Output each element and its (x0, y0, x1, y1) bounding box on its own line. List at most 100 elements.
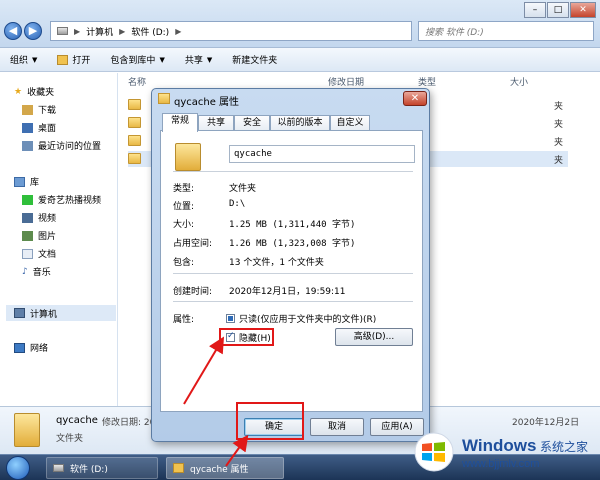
share-menu[interactable]: 共享 ▼ (175, 53, 222, 67)
downloads-icon (22, 104, 33, 115)
column-header-name[interactable]: 名称 (128, 75, 146, 88)
created-value: 2020年12月1日，19:59:11 (229, 287, 346, 297)
music-icon: ♪ (22, 266, 28, 277)
tab-previous-versions[interactable]: 以前的版本 (270, 115, 330, 131)
breadcrumb-computer[interactable]: 计算机 (86, 25, 113, 38)
back-button[interactable]: ◀ (4, 22, 22, 40)
column-header-modified[interactable]: 修改日期 (328, 75, 364, 88)
size-label: 大小: (173, 220, 195, 230)
chevron-right-icon: ▶ (74, 26, 81, 36)
location-value: D:\ (229, 199, 246, 209)
type-value: 文件夹 (229, 184, 257, 194)
attributes-label: 属性: (173, 315, 195, 325)
recent-places-icon (22, 140, 33, 151)
toolbar: 组织 ▼ 打开 包含到库中 ▼ 共享 ▼ 新建文件夹 (0, 48, 600, 72)
general-panel: qycache 类型: 文件夹 位置: D:\ 大小: 1.25 MB (1,3… (160, 130, 423, 412)
divider (173, 171, 413, 172)
network-icon (14, 342, 25, 353)
column-header-size[interactable]: 大小 (510, 75, 528, 88)
close-icon[interactable]: ✕ (403, 91, 427, 106)
documents-icon (22, 248, 33, 259)
tab-general[interactable]: 常规 (162, 113, 198, 132)
address-bar[interactable]: ▶ 计算机 ▶ 软件 (D:) ▶ (50, 21, 412, 41)
folder-icon (128, 153, 141, 164)
readonly-checkbox[interactable] (226, 314, 235, 323)
disk-size-label: 占用空间: (173, 239, 213, 249)
iqiyi-video-icon (22, 194, 33, 205)
highlight-ok-box (236, 402, 304, 440)
folder-icon (128, 117, 141, 128)
sidebar-favorites[interactable]: ★ 收藏夹 (14, 85, 54, 99)
organize-menu[interactable]: 组织 ▼ (0, 53, 47, 67)
search-input[interactable]: 搜索 软件 (D:) (418, 21, 594, 41)
highlight-hidden-box (219, 328, 274, 346)
breadcrumb-drive[interactable]: 软件 (D:) (131, 25, 169, 38)
caret-down-icon: ▼ (159, 55, 165, 64)
details-date-fragment: 2020年12月2日 (512, 418, 580, 428)
cancel-button[interactable]: 取消 (310, 418, 364, 436)
new-folder-button[interactable]: 新建文件夹 (222, 53, 287, 66)
sidebar-item-downloads[interactable]: 下载 (22, 103, 56, 116)
library-icon (14, 176, 25, 187)
folder-name-input[interactable]: qycache (229, 145, 415, 163)
column-header-type[interactable]: 类型 (418, 75, 436, 88)
minimize-button[interactable]: – (524, 2, 546, 18)
desktop-icon (22, 122, 33, 133)
sidebar-item-iqiyi-videos[interactable]: 爱奇艺热播视频 (22, 193, 101, 206)
taskbar-item-properties[interactable]: qycache 属性 (166, 457, 284, 479)
tab-security[interactable]: 安全 (234, 115, 270, 131)
watermark: Windows 系统之家 www.bjjmlv.com (412, 428, 600, 480)
tab-sharing[interactable]: 共享 (198, 115, 234, 131)
folder-icon (128, 99, 141, 110)
maximize-button[interactable]: □ (547, 2, 569, 18)
include-in-library-menu[interactable]: 包含到库中 ▼ (100, 53, 174, 67)
divider (173, 273, 413, 274)
folder-icon (14, 413, 40, 447)
chevron-right-icon: ▶ (119, 26, 126, 36)
folder-icon (175, 143, 201, 171)
chevron-right-icon: ▶ (175, 26, 182, 36)
start-button[interactable] (6, 456, 30, 480)
properties-dialog: qycache 属性 ✕ 常规 共享 安全 以前的版本 自定义 qycache … (151, 88, 430, 442)
size-value: 1.25 MB (1,311,440 字节) (229, 220, 356, 230)
watermark-url: www.bjjmlv.com (462, 458, 540, 470)
type-cell: 夹 (554, 156, 564, 166)
folder-icon (173, 463, 184, 473)
sidebar-item-recent[interactable]: 最近访问的位置 (22, 139, 101, 152)
sidebar-item-desktop[interactable]: 桌面 (22, 121, 56, 134)
type-label: 类型: (173, 184, 195, 194)
taskbar-item-drive[interactable]: 软件 (D:) (46, 457, 158, 479)
caret-down-icon: ▼ (206, 55, 213, 64)
computer-icon (14, 308, 25, 318)
video-icon (22, 212, 33, 223)
details-modified: 修改日期: 20 (102, 418, 156, 428)
watermark-cn: 系统之家 (540, 440, 589, 454)
sidebar-item-videos[interactable]: 视频 (22, 211, 56, 224)
details-type: 文件夹 (56, 434, 84, 444)
type-cell: 夹 (554, 120, 564, 130)
drive-icon (57, 27, 68, 35)
dialog-title: qycache 属性 (174, 97, 240, 108)
close-window-button[interactable]: ✕ (570, 2, 596, 18)
type-cell: 夹 (554, 102, 564, 112)
windows-logo-icon (414, 432, 454, 472)
tab-customize[interactable]: 自定义 (330, 115, 370, 131)
sidebar-computer[interactable]: 计算机 (6, 305, 116, 321)
advanced-button[interactable]: 高级(D)... (335, 328, 413, 346)
caret-down-icon: ▼ (32, 55, 38, 64)
folder-icon (128, 135, 141, 146)
sidebar-libraries[interactable]: 库 (14, 175, 39, 188)
sidebar-item-documents[interactable]: 文档 (22, 247, 56, 260)
type-cell: 夹 (554, 138, 564, 148)
sidebar-item-pictures[interactable]: 图片 (22, 229, 56, 242)
explorer-titlebar: – □ ✕ ◀ ▶ ▶ 计算机 ▶ 软件 (D:) ▶ 搜索 软件 (D:) (0, 0, 600, 48)
drive-icon (53, 464, 64, 472)
contains-value: 13 个文件，1 个文件夹 (229, 258, 324, 268)
open-button[interactable]: 打开 (47, 53, 100, 66)
forward-button[interactable]: ▶ (24, 22, 42, 40)
details-name: qycache (56, 415, 98, 426)
star-icon: ★ (14, 86, 23, 97)
sidebar-item-music[interactable]: ♪ 音乐 (22, 265, 51, 279)
sidebar-network[interactable]: 网络 (14, 341, 48, 354)
created-label: 创建时间: (173, 287, 213, 297)
